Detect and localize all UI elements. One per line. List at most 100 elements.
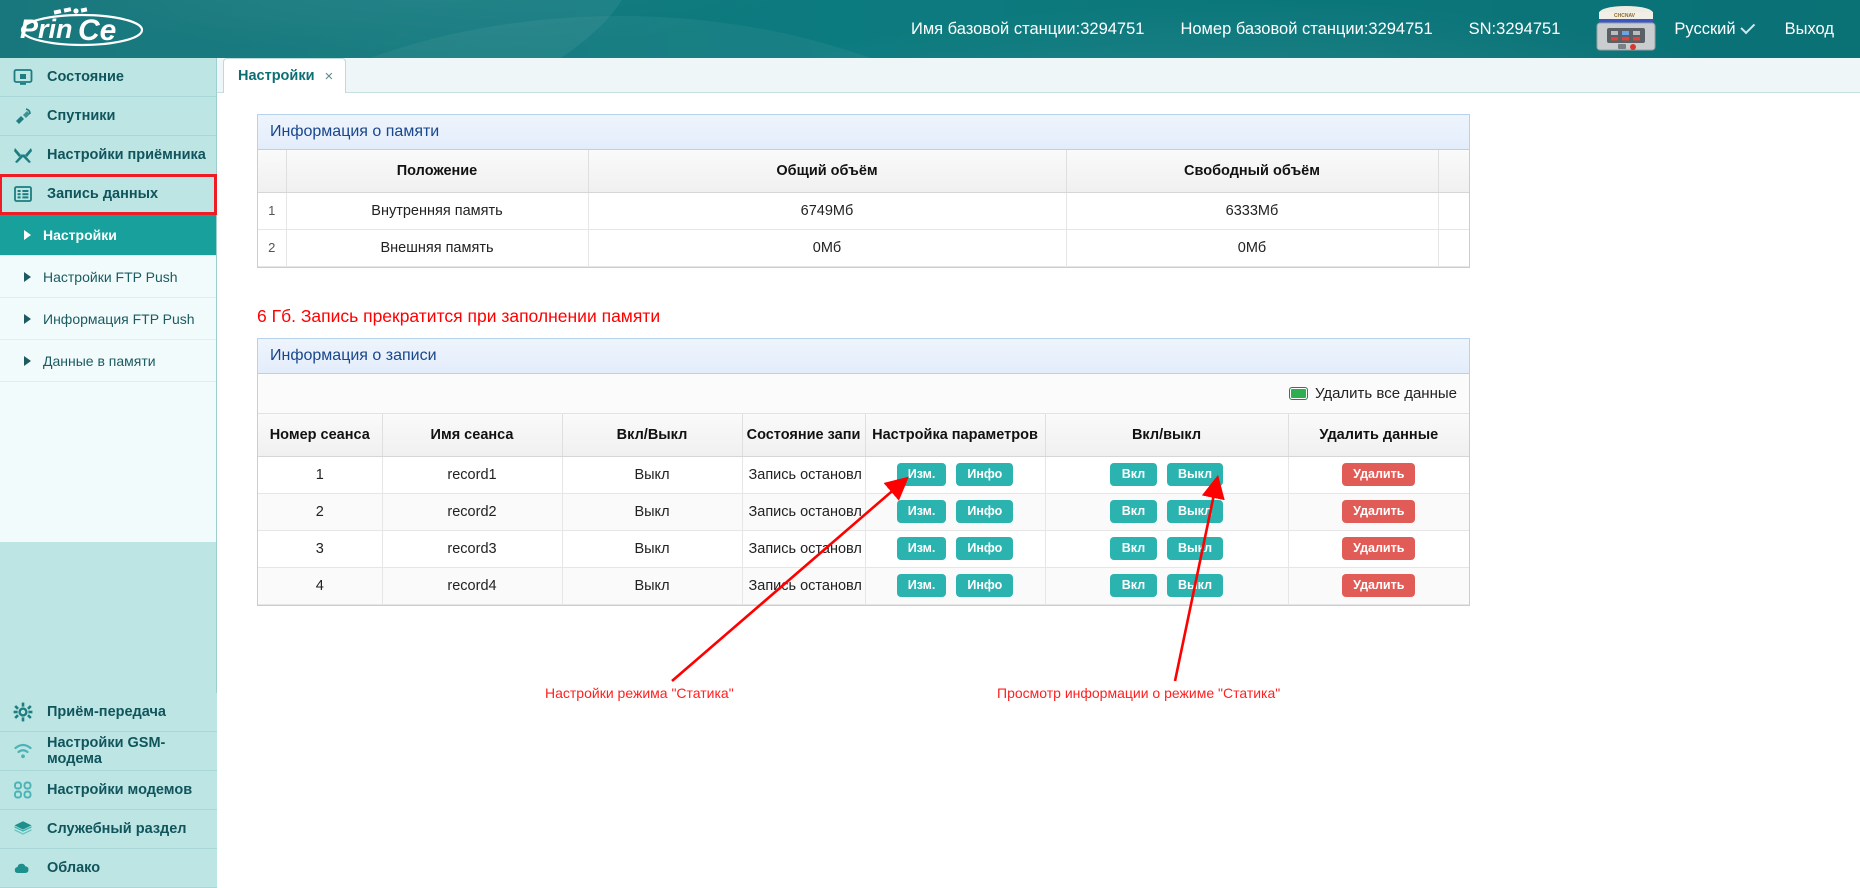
svg-text:Prin: Prin: [20, 14, 73, 44]
sidebar-item-label: Настройки GSM-модема: [47, 735, 166, 767]
on-button[interactable]: Вкл: [1109, 573, 1157, 598]
memory-col-blank-left: [258, 150, 287, 193]
sidebar-item-label: Запись данных: [47, 186, 159, 202]
record-session-name: record3: [382, 530, 563, 568]
record-delete-cell: Удалить: [1288, 493, 1469, 531]
sidebar-subitem-settings[interactable]: Настройки: [0, 214, 216, 256]
sidebar-item-data-recording[interactable]: Запись данных: [0, 174, 217, 215]
language-selector[interactable]: Русский: [1668, 19, 1768, 39]
edit-button[interactable]: Изм.: [896, 536, 947, 561]
sidebar-item-satellites[interactable]: Спутники: [0, 97, 216, 136]
top-header-bar: Prin Ce Имя базовой станции:3294751 Номе…: [0, 0, 1860, 58]
off-button[interactable]: Выкл: [1166, 499, 1224, 524]
record-state: Запись остановл: [742, 493, 866, 531]
delete-all-icon: [1288, 387, 1308, 400]
delete-button[interactable]: Удалить: [1342, 573, 1416, 598]
memory-col-free: Свободный объём: [1066, 150, 1439, 193]
sidebar-subitem-ftp-push-info[interactable]: Информация FTP Push: [0, 298, 216, 340]
sidebar-item-label: Приём-передача поправок: [47, 703, 166, 721]
off-button[interactable]: Выкл: [1166, 462, 1224, 487]
info-button[interactable]: Инфо: [956, 573, 1014, 598]
record-toggle-cell: Вкл Выкл: [1045, 567, 1289, 605]
sidebar-subitem-label: Информация FTP Push: [43, 310, 195, 327]
sidebar-item-correction-transfer[interactable]: Приём-передача поправок: [0, 693, 217, 732]
memory-info-panel: Информация о памяти Положение Общий объё…: [257, 114, 1470, 268]
memory-row-index: 1: [258, 192, 287, 230]
record-on-off: Выкл: [562, 493, 743, 531]
sidebar-item-status[interactable]: Состояние: [0, 58, 216, 97]
delete-button[interactable]: Удалить: [1342, 536, 1416, 561]
edit-button[interactable]: Изм.: [896, 573, 947, 598]
memory-row-free: 0Мб: [1066, 229, 1439, 267]
sidebar-item-receiver-settings[interactable]: Настройки приёмника: [0, 136, 216, 175]
record-toggle-cell: Вкл Выкл: [1045, 530, 1289, 568]
table-row: 2 record2 Выкл Запись остановл Изм. Инфо: [258, 493, 1469, 531]
info-button[interactable]: Инфо: [956, 536, 1014, 561]
delete-button[interactable]: Удалить: [1342, 499, 1416, 524]
tab-close-icon[interactable]: ×: [325, 68, 334, 85]
on-button[interactable]: Вкл: [1109, 499, 1157, 524]
sidebar-item-cloud[interactable]: Облако: [0, 849, 217, 888]
sidebar-item-label: Спутники: [47, 108, 116, 124]
sidebar-item-label: Облако: [47, 860, 101, 876]
record-state: Запись остановл: [742, 456, 866, 494]
table-row: 1 Внутренняя память 6749Мб 6333Мб: [258, 192, 1469, 230]
station-name-label: Имя базовой станции:3294751: [910, 19, 1145, 38]
list-icon: [12, 183, 34, 205]
sidebar-subitem-ftp-push-settings[interactable]: Настройки FTP Push: [0, 256, 216, 298]
tab-settings[interactable]: Настройки ×: [223, 58, 347, 93]
record-parameters-cell: Изм. Инфо: [865, 493, 1046, 531]
record-col-toggle: Вкл/выкл: [1045, 414, 1289, 457]
logout-button[interactable]: Выход: [1769, 20, 1860, 39]
memory-row-spacer: [1438, 229, 1469, 267]
record-session-number: 4: [258, 567, 383, 605]
record-table-header-row: Номер сеанса Имя сеанса Вкл/Выкл Состоян…: [258, 414, 1469, 457]
sidebar-item-modem-settings[interactable]: Настройки модемов: [0, 771, 217, 810]
record-state: Запись остановл: [742, 530, 866, 568]
monitor-icon: [12, 66, 34, 88]
station-number-label: Номер базовой станции:3294751: [1180, 19, 1433, 38]
off-button[interactable]: Выкл: [1166, 573, 1224, 598]
memory-panel-title: Информация о памяти: [258, 115, 1469, 150]
caret-right-icon: [24, 313, 31, 324]
record-delete-cell: Удалить: [1288, 567, 1469, 605]
record-on-off: Выкл: [562, 456, 743, 494]
annotation-static-info: Просмотр информации о режиме "Статика": [997, 685, 1281, 701]
on-button[interactable]: Вкл: [1109, 536, 1157, 561]
record-session-name: record1: [382, 456, 563, 494]
record-table-body: 1 record1 Выкл Запись остановл Изм. Инфо: [258, 456, 1469, 605]
delete-button[interactable]: Удалить: [1342, 462, 1416, 487]
sidebar-item-gsm-modem-settings[interactable]: Настройки GSM-модема: [0, 732, 217, 771]
sidebar-item-label: Настройки приёмника: [47, 147, 206, 163]
annotation-static-settings: Настройки режима "Статика": [545, 685, 734, 701]
gnss-receiver-icon: CHCNAV: [1588, 2, 1664, 56]
record-session-name: record4: [382, 567, 563, 605]
sidebar-item-service-section[interactable]: Служебный раздел: [0, 810, 217, 849]
sidebar: Состояние Спутники Настройки приёмника З…: [0, 58, 217, 888]
memory-row-spacer: [1438, 192, 1469, 230]
edit-button[interactable]: Изм.: [896, 499, 947, 524]
record-col-delete: Удалить данные: [1288, 414, 1469, 457]
memory-table-header-row: Положение Общий объём Свободный объём: [258, 150, 1469, 193]
record-session-number: 3: [258, 530, 383, 568]
off-button[interactable]: Выкл: [1166, 536, 1224, 561]
memory-col-total: Общий объём: [588, 150, 1067, 193]
on-button[interactable]: Вкл: [1109, 462, 1157, 487]
delete-all-data-button[interactable]: Удалить все данные: [1288, 385, 1457, 402]
edit-button[interactable]: Изм.: [896, 462, 947, 487]
sidebar-spacer: [0, 382, 216, 542]
memory-row-total: 6749Мб: [588, 192, 1067, 230]
header-info-group: Имя базовой станции:3294751 Номер базово…: [893, 0, 1860, 58]
record-delete-cell: Удалить: [1288, 530, 1469, 568]
prince-logo[interactable]: Prin Ce: [12, 7, 162, 51]
table-row: 1 record1 Выкл Запись остановл Изм. Инфо: [258, 456, 1469, 494]
record-toggle-cell: Вкл Выкл: [1045, 493, 1289, 531]
sidebar-subitem-label: Настройки FTP Push: [43, 268, 178, 285]
record-delete-cell: Удалить: [1288, 456, 1469, 494]
memory-row-index: 2: [258, 229, 287, 267]
info-button[interactable]: Инфо: [956, 462, 1014, 487]
wrench-icon: [12, 144, 34, 166]
sidebar-subitem-memory-data[interactable]: Данные в памяти: [0, 340, 216, 382]
info-button[interactable]: Инфо: [956, 499, 1014, 524]
memory-row-total: 0Мб: [588, 229, 1067, 267]
